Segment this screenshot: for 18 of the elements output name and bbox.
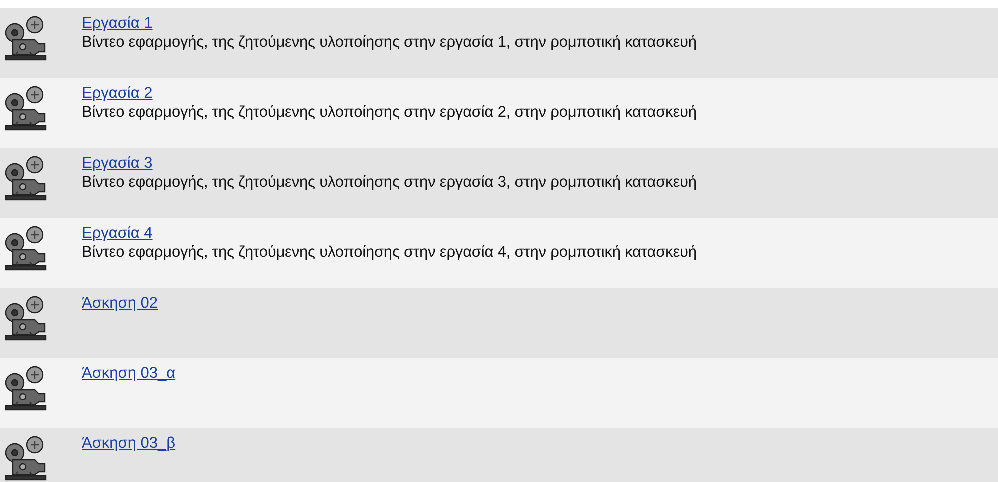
video-description: Βίντεο εφαρμογής, της ζητούμενης υλοποίησης στην εργασία 3, στην ρομποτική κατασκευή xyxy=(82,173,697,192)
film-projector-icon xyxy=(4,86,48,132)
video-link[interactable]: Άσκηση 03_β xyxy=(82,434,176,453)
film-projector-icon xyxy=(4,156,48,202)
film-projector-icon xyxy=(4,226,48,272)
film-projector-icon xyxy=(4,436,48,482)
video-link[interactable]: Άσκηση 03_α xyxy=(82,364,176,383)
video-link[interactable]: Εργασία 4 xyxy=(82,224,153,243)
film-projector-icon xyxy=(4,366,48,412)
video-description: Βίντεο εφαρμογής, της ζητούμενης υλοποίησης στην εργασία 2, στην ρομποτική κατασκευή xyxy=(82,103,697,122)
video-link[interactable]: Εργασία 3 xyxy=(82,154,153,173)
video-description: Βίντεο εφαρμογής, της ζητούμενης υλοποίησης στην εργασία 4, στην ρομποτική κατασκευή xyxy=(82,243,697,262)
video-link[interactable]: Εργασία 1 xyxy=(82,14,153,33)
video-description: Βίντεο εφαρμογής, της ζητούμενης υλοποίησης στην εργασία 1, στην ρομποτική κατασκευή xyxy=(82,33,697,52)
video-link[interactable]: Άσκηση 02 xyxy=(82,294,158,313)
video-link[interactable]: Εργασία 2 xyxy=(82,84,153,103)
film-projector-icon xyxy=(4,16,48,62)
film-projector-icon xyxy=(4,296,48,342)
